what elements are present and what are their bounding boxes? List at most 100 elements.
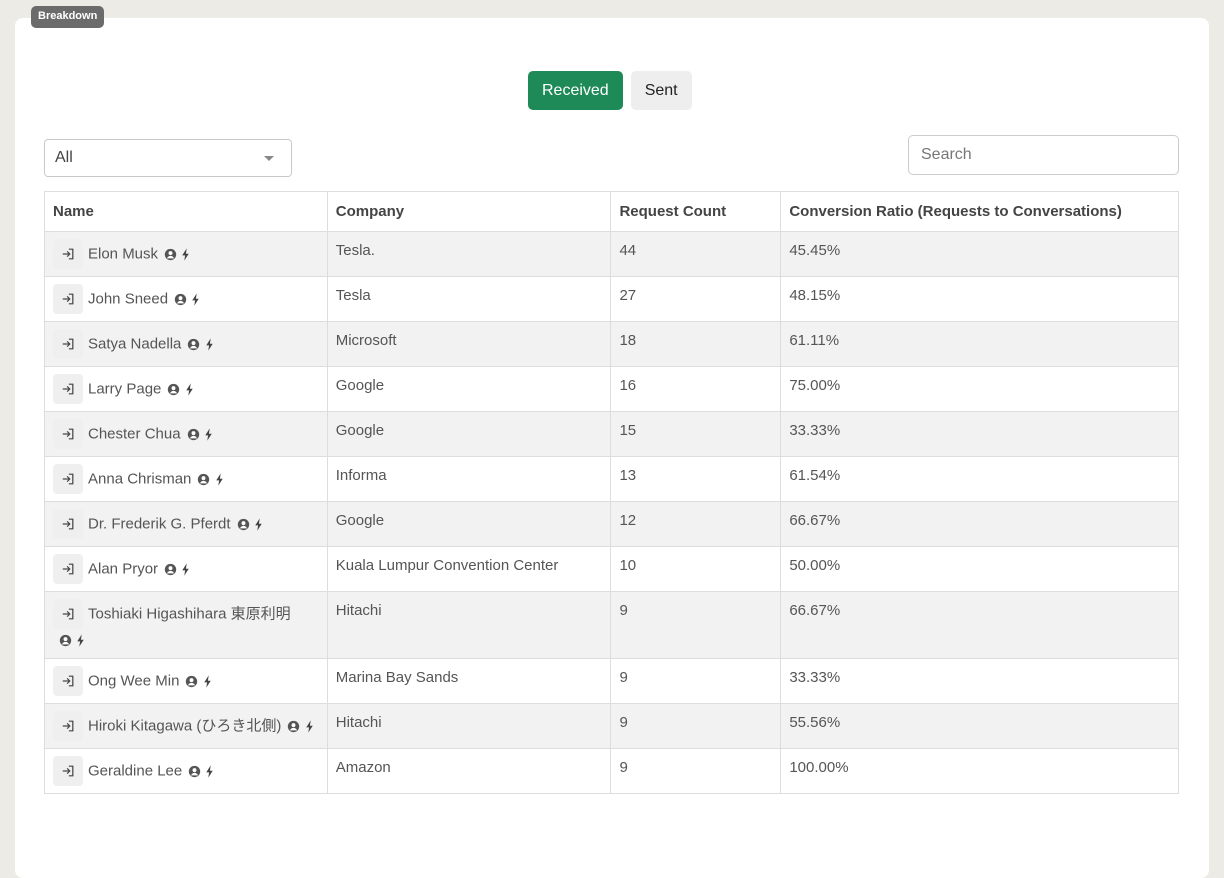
sign-in-icon[interactable] bbox=[53, 755, 83, 786]
table-body: Elon Musk Tesla. 44 45.45% John Sneed Te… bbox=[44, 231, 1179, 794]
lightning-bolt-icon[interactable] bbox=[205, 762, 214, 779]
lightning-bolt-icon[interactable] bbox=[191, 291, 200, 308]
request-count-cell: 18 bbox=[610, 321, 782, 367]
conversion-ratio-cell: 48.15% bbox=[780, 276, 1179, 322]
name-cell: Chester Chua bbox=[44, 411, 328, 457]
sign-in-icon[interactable] bbox=[53, 665, 83, 696]
sign-in-icon[interactable] bbox=[53, 464, 83, 494]
person-name: Dr. Frederik G. Pferdt bbox=[88, 515, 231, 533]
lightning-bolt-icon[interactable] bbox=[204, 426, 213, 443]
table-row: Chester Chua Google 15 33.33% bbox=[44, 411, 1179, 457]
header-name[interactable]: Name bbox=[44, 191, 328, 232]
user-circle-icon[interactable] bbox=[237, 516, 250, 533]
name-cell: Dr. Frederik G. Pferdt bbox=[44, 501, 328, 547]
company-cell: Google bbox=[326, 411, 612, 457]
conversion-ratio-cell: 55.56% bbox=[780, 702, 1179, 749]
table-row: Ong Wee Min Marina Bay Sands 9 33.33% bbox=[44, 657, 1179, 704]
header-company[interactable]: Company bbox=[326, 191, 612, 232]
section-badge: Breakdown bbox=[31, 6, 105, 28]
filter-select-value: All bbox=[55, 149, 73, 166]
user-circle-icon[interactable] bbox=[164, 561, 177, 578]
name-cell: Hiroki Kitagawa (ひろき北側) bbox=[44, 702, 328, 749]
user-circle-icon[interactable] bbox=[164, 246, 177, 263]
person-name: Chester Chua bbox=[88, 425, 181, 443]
conversion-ratio-cell: 45.45% bbox=[780, 231, 1179, 277]
filter-select[interactable]: All bbox=[44, 139, 292, 177]
lightning-bolt-icon[interactable] bbox=[76, 632, 85, 649]
sign-in-icon[interactable] bbox=[53, 554, 83, 584]
table-row: Elon Musk Tesla. 44 45.45% bbox=[44, 231, 1179, 277]
name-cell: John Sneed bbox=[44, 276, 328, 322]
name-cell: Anna Chrisman bbox=[44, 456, 328, 502]
direction-toggle: Received Sent bbox=[528, 71, 692, 110]
request-count-cell: 9 bbox=[610, 747, 782, 794]
user-circle-icon[interactable] bbox=[187, 336, 200, 353]
search-input[interactable] bbox=[908, 135, 1179, 175]
breakdown-table: Name Company Request Count Conversion Ra… bbox=[44, 191, 1179, 794]
conversion-ratio-cell: 66.67% bbox=[780, 501, 1179, 547]
user-circle-icon[interactable] bbox=[187, 426, 200, 443]
table-row: Hiroki Kitagawa (ひろき北側) Hitachi 9 55.56% bbox=[44, 702, 1179, 749]
person-name: Elon Musk bbox=[88, 245, 159, 263]
request-count-cell: 16 bbox=[610, 366, 782, 412]
person-name: Larry Page bbox=[88, 380, 162, 398]
company-cell: Hitachi bbox=[326, 591, 612, 659]
lightning-bolt-icon[interactable] bbox=[181, 561, 190, 578]
request-count-cell: 13 bbox=[610, 456, 782, 502]
company-cell: Tesla. bbox=[326, 231, 612, 277]
person-name: Satya Nadella bbox=[88, 335, 182, 353]
user-circle-icon[interactable] bbox=[167, 381, 180, 398]
header-conversion-ratio[interactable]: Conversion Ratio (Requests to Conversati… bbox=[780, 191, 1179, 232]
table-row: Toshiaki Higashihara 東原利明 Hitachi 9 66.6… bbox=[44, 591, 1179, 659]
request-count-cell: 10 bbox=[610, 546, 782, 592]
person-name: Ong Wee Min bbox=[88, 672, 180, 690]
name-cell: Satya Nadella bbox=[44, 321, 328, 367]
sign-in-icon[interactable] bbox=[53, 419, 83, 449]
sent-button[interactable]: Sent bbox=[630, 71, 692, 110]
table-row: Larry Page Google 16 75.00% bbox=[44, 366, 1179, 412]
person-name: Geraldine Lee bbox=[88, 762, 183, 780]
header-request-count[interactable]: Request Count bbox=[610, 191, 782, 232]
company-cell: Informa bbox=[326, 456, 612, 502]
table-header-row: Name Company Request Count Conversion Ra… bbox=[44, 191, 1179, 232]
lightning-bolt-icon[interactable] bbox=[215, 471, 224, 488]
table-row: Alan Pryor Kuala Lumpur Convention Cente… bbox=[44, 546, 1179, 592]
name-cell: Alan Pryor bbox=[44, 546, 328, 592]
sign-in-icon[interactable] bbox=[53, 509, 83, 539]
company-cell: Microsoft bbox=[326, 321, 612, 367]
sign-in-icon[interactable] bbox=[53, 329, 83, 359]
table-row: Dr. Frederik G. Pferdt Google 12 66.67% bbox=[44, 501, 1179, 547]
user-circle-icon[interactable] bbox=[174, 291, 187, 308]
breakdown-card: Received Sent All Name Company Request C… bbox=[15, 18, 1209, 878]
person-name: Alan Pryor bbox=[88, 560, 159, 578]
user-circle-icon[interactable] bbox=[197, 471, 210, 488]
lightning-bolt-icon[interactable] bbox=[305, 717, 314, 734]
table-row: John Sneed Tesla 27 48.15% bbox=[44, 276, 1179, 322]
lightning-bolt-icon[interactable] bbox=[254, 516, 263, 533]
user-circle-icon[interactable] bbox=[287, 717, 300, 734]
lightning-bolt-icon[interactable] bbox=[205, 336, 214, 353]
lightning-bolt-icon[interactable] bbox=[181, 246, 190, 263]
name-cell: Elon Musk bbox=[44, 231, 328, 277]
company-cell: Hitachi bbox=[326, 702, 612, 749]
conversion-ratio-cell: 100.00% bbox=[780, 747, 1179, 794]
user-circle-icon[interactable] bbox=[188, 762, 201, 779]
sign-in-icon[interactable] bbox=[53, 599, 83, 629]
user-circle-icon[interactable] bbox=[59, 632, 72, 649]
user-circle-icon[interactable] bbox=[185, 672, 198, 689]
name-cell: Toshiaki Higashihara 東原利明 bbox=[44, 591, 328, 659]
name-cell: Geraldine Lee bbox=[44, 747, 328, 794]
person-name: Anna Chrisman bbox=[88, 470, 192, 488]
table-row: Anna Chrisman Informa 13 61.54% bbox=[44, 456, 1179, 502]
person-name: Hiroki Kitagawa (ひろき北側) bbox=[88, 717, 282, 735]
sign-in-icon[interactable] bbox=[53, 374, 83, 404]
lightning-bolt-icon[interactable] bbox=[203, 672, 212, 689]
company-cell: Tesla bbox=[326, 276, 612, 322]
received-button[interactable]: Received bbox=[528, 71, 623, 110]
table-row: Satya Nadella Microsoft 18 61.11% bbox=[44, 321, 1179, 367]
sign-in-icon[interactable] bbox=[53, 284, 83, 314]
sign-in-icon[interactable] bbox=[53, 239, 83, 269]
lightning-bolt-icon[interactable] bbox=[185, 381, 194, 398]
conversion-ratio-cell: 75.00% bbox=[780, 366, 1179, 412]
sign-in-icon[interactable] bbox=[53, 710, 83, 741]
